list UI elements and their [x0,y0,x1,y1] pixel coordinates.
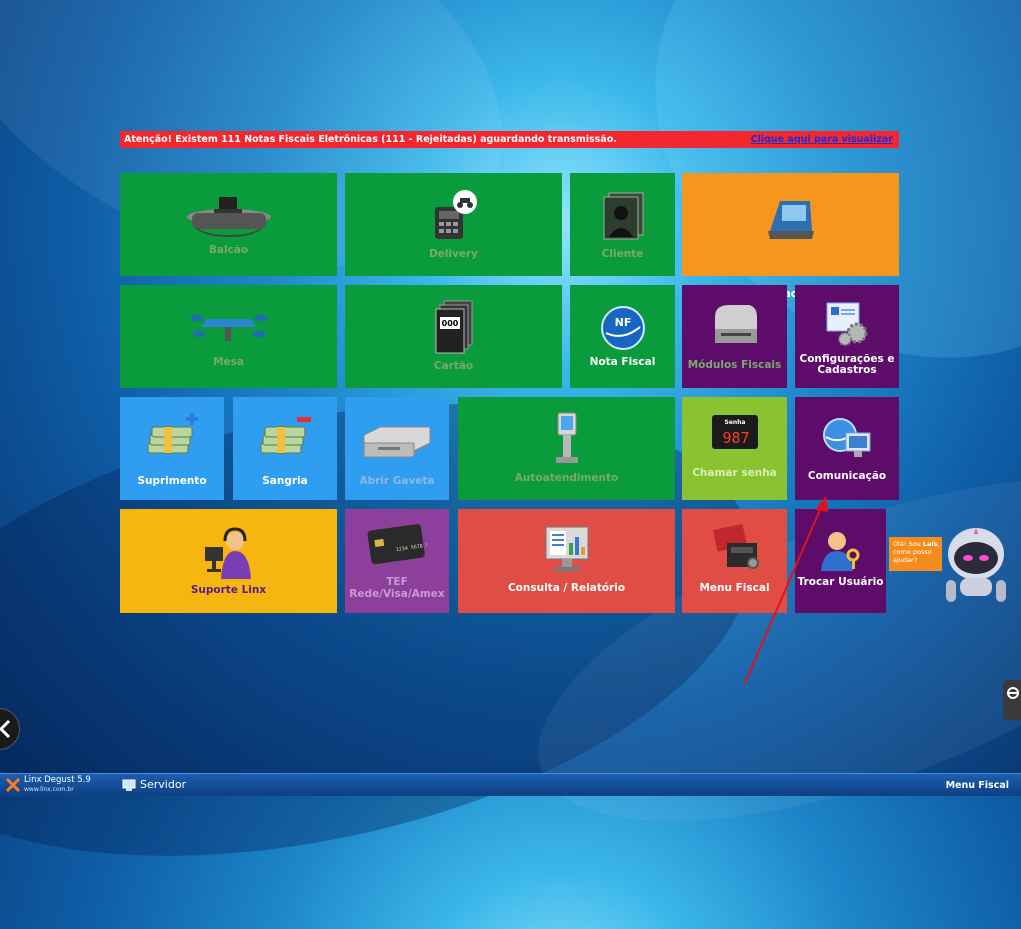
kiosk-icon [555,412,578,463]
cash-drawer-icon [363,426,431,458]
globe-monitor-icon [823,418,871,457]
nfe-badge: NF [614,316,631,329]
money-plus-icon [147,413,198,454]
back-button[interactable] [0,708,20,750]
settings-gears-icon [826,302,868,346]
nfe-alert-bar: Atenção! Existem 111 Notas Fiscais Eletr… [120,131,899,148]
tile-tef[interactable]: 1234 5678 9012 TEF Rede/Visa/Amex [345,509,449,613]
tile-chamar-senha[interactable]: Senha 987 Chamar senha [682,397,787,500]
assistant-greeting: Olá! Sou [893,540,921,548]
tile-operacional[interactable]: Operacional [682,173,899,300]
tile-label: Abrir Gaveta [359,475,435,487]
tile-trocar-usuario[interactable]: Trocar Usuário [795,509,886,613]
tile-label: Autoatendimento [514,472,619,484]
tile-label: Balcão [208,244,249,256]
ticket-display-icon: Senha 987 [711,415,758,449]
tile-label: Módulos Fiscais [687,359,782,371]
tile-autoatendimento[interactable]: Autoatendimento [458,397,675,500]
tile-abrir-gaveta[interactable]: Abrir Gaveta [345,397,449,500]
brand-label: Linx Degust 5.9 www.linx.com.br [24,776,91,794]
fiscal-printer-icon [714,305,757,343]
brand-name: Linx Degust 5.9 [24,775,91,785]
tile-label: Consulta / Relatório [507,582,626,594]
tile-label: Comunicação [807,470,887,482]
chevron-left-icon [0,719,11,739]
server-icon [122,779,136,791]
tile-delivery[interactable]: Delivery [345,173,562,276]
tile-cartao[interactable]: 000 Cartão [345,285,562,388]
alert-message: Atenção! Existem 111 Notas Fiscais Eletr… [124,134,617,145]
tile-label: Delivery [428,248,479,260]
tile-comunicacao[interactable]: Comunicação [795,397,899,500]
card-digits: 000 [441,319,458,328]
taskbar-menu-fiscal[interactable]: Menu Fiscal [946,780,1009,791]
senha-number: 987 [722,429,749,447]
tile-label-line2: Rede/Visa/Amex [349,588,445,600]
tile-configuracoes[interactable]: Configurações e Cadastros [795,285,899,388]
tile-label: Trocar Usuário [797,576,884,588]
tile-modulos-fiscais[interactable]: Módulos Fiscais [682,285,787,388]
tile-mesa[interactable]: Mesa [120,285,337,388]
remote-support-icon [1007,687,1019,699]
counter-icon [186,197,271,237]
report-monitor-icon [545,526,588,571]
tile-sangria[interactable]: Sangria [233,397,337,500]
operational-terminal-icon [767,201,814,239]
tile-label: Menu Fiscal [699,582,770,594]
tile-nota-fiscal[interactable]: NF Nota Fiscal [570,285,675,388]
senha-label: Senha [724,419,745,426]
card-stack-icon: 000 [435,300,472,354]
tile-label: Cartão [433,360,474,372]
brand-site: www.linx.com.br [24,786,74,793]
assistant-question-2: ajudar? [893,556,918,564]
table-icon [190,315,267,341]
taskbar: Linx Degust 5.9 www.linx.com.br Servidor… [0,773,1021,796]
tile-label: Nota Fiscal [589,356,656,368]
tile-label: Cliente [601,248,644,260]
nfe-globe-icon: NF [600,306,645,350]
linx-logo-icon [5,777,21,793]
main-menu-panel: Atenção! Existem 111 Notas Fiscais Eletr… [120,131,899,613]
alert-view-link[interactable]: Clique aqui para visualizar [751,131,893,148]
tile-label-line2: Cadastros [817,364,877,376]
fiscal-menu-icon [712,523,759,569]
tile-label: Mesa [213,356,244,368]
credit-card-icon: 1234 5678 9012 [367,524,427,565]
tile-cliente[interactable]: Cliente [570,173,675,276]
side-panel-handle[interactable] [1003,680,1021,720]
assistant-question-1: como posso [893,548,932,556]
user-key-icon [820,532,859,571]
tile-menu-fiscal[interactable]: Menu Fiscal [682,509,787,613]
server-button[interactable]: Servidor [140,778,186,791]
assistant-speech-bubble[interactable]: Olá! Sou Laís, como posso ajudar? [889,537,942,571]
money-minus-icon [260,417,311,454]
tile-consulta-relatorio[interactable]: Consulta / Relatório [458,509,675,613]
customer-cards-icon [603,192,643,240]
tile-label: Chamar senha [692,467,777,479]
delivery-phone-icon [434,190,477,239]
tile-suprimento[interactable]: Suprimento [120,397,224,500]
support-agent-icon [204,527,251,579]
tile-label-line1: TEF [386,576,408,588]
tile-label: Suporte Linx [190,584,267,596]
tile-label: Suprimento [137,475,207,487]
assistant-robot-icon[interactable] [936,524,1016,608]
tile-suporte-linx[interactable]: Suporte Linx [120,509,337,613]
tile-label: Sangria [262,475,308,487]
tile-balcao[interactable]: Balcão [120,173,337,276]
